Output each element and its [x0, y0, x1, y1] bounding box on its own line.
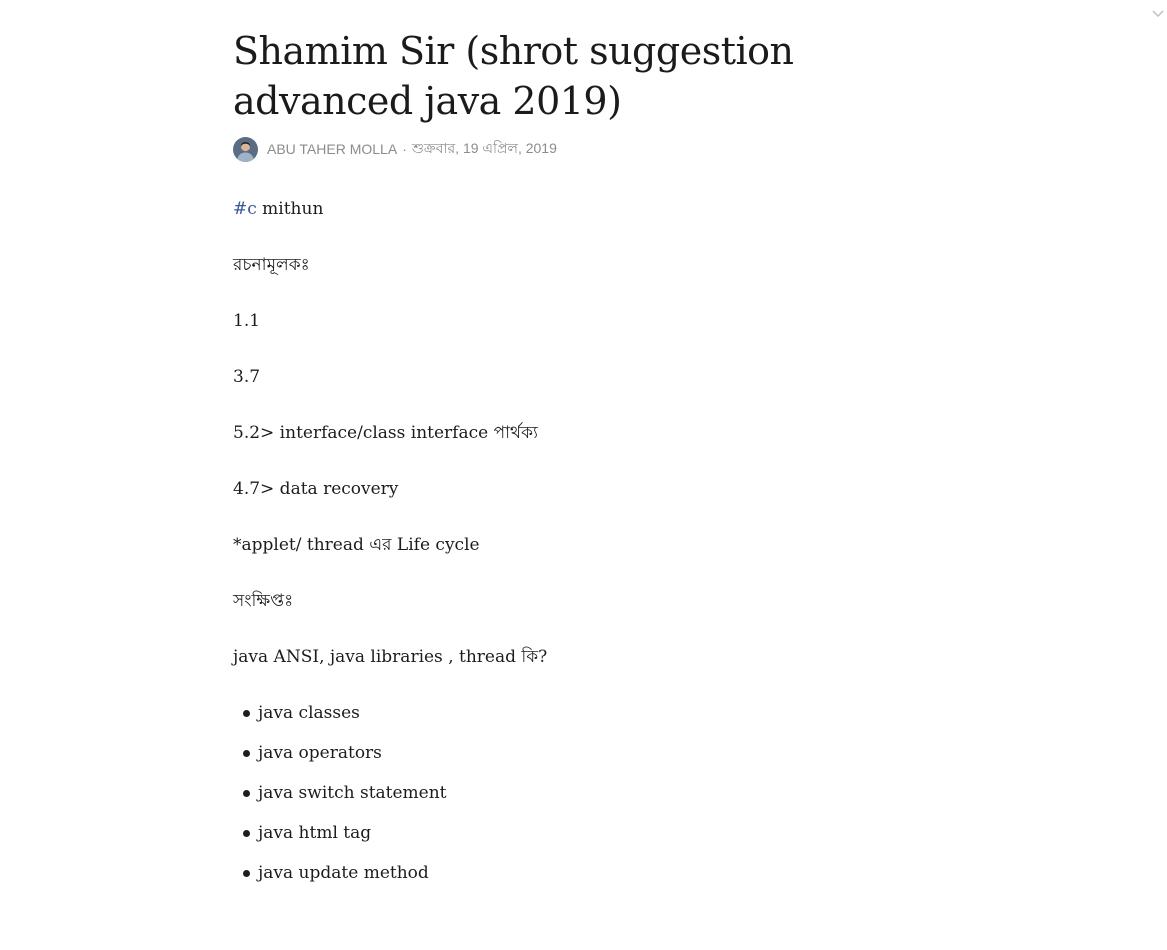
list-item: java classes	[233, 700, 853, 726]
paragraph-5-2: 5.2> interface/class interface পার্থক্য	[233, 423, 538, 443]
list-item: java operators	[233, 740, 853, 766]
topic-list: java classes java operators java switch …	[233, 700, 853, 886]
page-title: Shamim Sir (shrot suggestion advanced jav…	[233, 26, 853, 126]
list-item: java update method	[233, 860, 853, 886]
hashtag-link[interactable]: #c	[233, 199, 257, 219]
note-body: #c mithun রচনামূলকঃ 1.1 3.7 5.2> interfa…	[233, 196, 853, 886]
paragraph-3-7: 3.7	[233, 367, 261, 387]
title-line-1: Shamim Sir (shrot suggestion	[233, 29, 794, 73]
chevron-down-icon[interactable]	[1151, 6, 1165, 20]
byline: ABU TAHER MOLLA · শুক্রবার, 19 এপ্রিল, 2…	[233, 136, 853, 162]
title-line-2: advanced java 2019)	[233, 79, 622, 123]
avatar[interactable]	[233, 136, 258, 162]
post-date: শুক্রবার, 19 এপ্রিল, 2019	[411, 140, 557, 156]
paragraph-1-1: 1.1	[233, 311, 261, 331]
note-article: Shamim Sir (shrot suggestion advanced jav…	[233, 26, 853, 900]
list-item: java html tag	[233, 820, 853, 846]
paragraph-java-ansi: java ANSI, java libraries , thread কি?	[233, 647, 548, 667]
paragraph-applet: *applet/ thread এর Life cycle	[233, 535, 480, 555]
author-link[interactable]: ABU TAHER MOLLA	[267, 141, 397, 157]
paragraph-rachana: রচনামূলকঃ	[233, 255, 310, 275]
byline-separator: ·	[402, 141, 407, 157]
hashtag-trailing-text: mithun	[256, 199, 324, 219]
list-item: java switch statement	[233, 780, 853, 806]
paragraph-4-7: 4.7> data recovery	[233, 479, 399, 499]
hashtag-paragraph: #c mithun	[233, 196, 853, 222]
paragraph-sankhipta: সংক্ষিপ্তঃ	[233, 591, 294, 611]
